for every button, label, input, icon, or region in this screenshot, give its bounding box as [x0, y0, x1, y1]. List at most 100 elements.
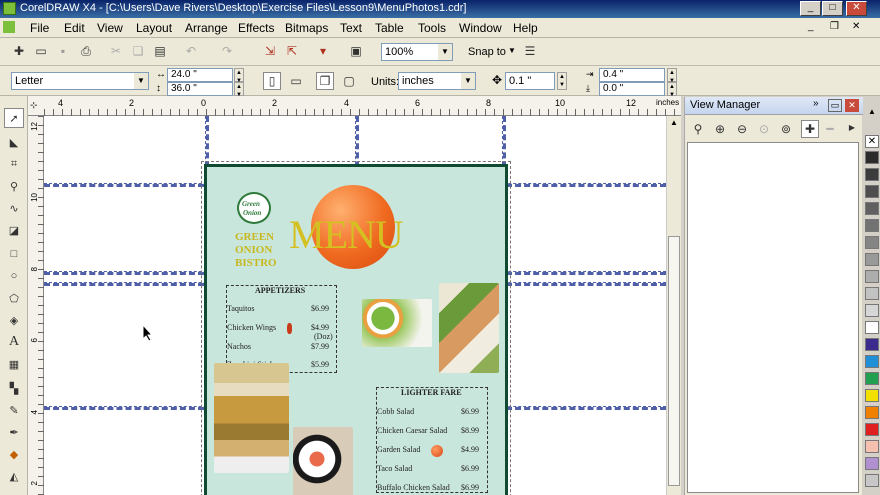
vertical-scrollbar[interactable]: ▲ — [666, 116, 681, 495]
landscape-icon[interactable]: ▭ — [287, 72, 305, 90]
menu-edit[interactable]: Edit — [64, 21, 85, 35]
portrait-icon[interactable]: ▯ — [263, 72, 281, 90]
options-icon[interactable]: ☰ — [521, 42, 539, 60]
color-swatch[interactable] — [865, 168, 879, 181]
sushi-photo[interactable] — [293, 427, 353, 495]
print-icon[interactable]: ⎙ — [77, 42, 95, 60]
welcome-screen-icon[interactable]: ▣ — [347, 42, 365, 60]
outline-tool-icon[interactable]: ✒ — [4, 422, 24, 442]
color-swatch[interactable] — [865, 423, 879, 436]
wrap-photo[interactable] — [439, 283, 499, 373]
fill-tool-icon[interactable]: ◆ — [4, 444, 24, 464]
salad-photo[interactable] — [362, 299, 432, 347]
menu-text[interactable]: Text — [340, 21, 362, 35]
minimize-button[interactable]: _ — [800, 1, 821, 16]
interactive-blend-tool-icon[interactable]: ▚ — [4, 378, 24, 398]
appetizer-platter-photo[interactable] — [214, 363, 289, 473]
doc-restore-icon[interactable]: ❐ — [830, 21, 839, 32]
menu-arrange[interactable]: Arrange — [185, 21, 228, 35]
all-pages-icon[interactable]: ❐ — [316, 72, 334, 90]
color-swatch[interactable] — [865, 440, 879, 453]
scroll-up-icon[interactable]: ▲ — [667, 116, 681, 130]
vertical-ruler[interactable]: 12 10 8 6 4 2 — [28, 116, 44, 495]
page-height-field[interactable]: 36.0 " — [167, 82, 233, 96]
ellipse-tool-icon[interactable]: ○ — [4, 266, 24, 286]
menu-view[interactable]: View — [97, 21, 123, 35]
palette-scroll-up-icon[interactable]: ▲ — [865, 107, 879, 117]
docker-minimize-icon[interactable]: ▭ — [828, 99, 842, 112]
color-swatch[interactable] — [865, 406, 879, 419]
scroll-thumb[interactable] — [668, 236, 680, 486]
menu-tools[interactable]: Tools — [418, 21, 446, 35]
menu-page[interactable]: Green Onion GREEN ONION BISTRO MENU APPE… — [201, 161, 511, 495]
width-spinner[interactable]: ▲ ▼ — [234, 68, 244, 84]
menu-layout[interactable]: Layout — [136, 21, 172, 35]
color-swatch[interactable] — [865, 338, 879, 351]
table-tool-icon[interactable]: ▦ — [4, 354, 24, 374]
nudge-spinner[interactable]: ▲ ▼ — [557, 72, 567, 90]
menu-table[interactable]: Table — [375, 21, 404, 35]
zoom-fit-icon[interactable]: ⚲ — [689, 120, 707, 138]
add-view-icon[interactable]: ✚ — [801, 120, 819, 138]
color-swatch[interactable] — [865, 474, 879, 487]
import-icon[interactable]: ⇲ — [261, 42, 279, 60]
maximize-button[interactable]: □ — [822, 1, 843, 16]
height-spinner[interactable]: ▲ ▼ — [234, 82, 244, 98]
zoom-page-icon[interactable]: ⊚ — [777, 120, 795, 138]
drawing-canvas[interactable]: Green Onion GREEN ONION BISTRO MENU APPE… — [44, 116, 666, 495]
color-swatch[interactable] — [865, 457, 879, 470]
color-swatch[interactable] — [865, 185, 879, 198]
interactive-fill-tool-icon[interactable]: ◭ — [4, 466, 24, 486]
eyedropper-tool-icon[interactable]: ✎ — [4, 400, 24, 420]
color-swatch[interactable] — [865, 236, 879, 249]
duplicate-distance-x-field[interactable]: 0.4 " — [599, 68, 665, 82]
color-swatch[interactable] — [865, 202, 879, 215]
open-icon[interactable]: ▭ — [32, 42, 50, 60]
zoom-in-icon[interactable]: ⊕ — [711, 120, 729, 138]
zoom-selected-icon[interactable]: ⊙ — [755, 120, 773, 138]
view-list[interactable] — [687, 142, 859, 493]
color-swatch[interactable] — [865, 304, 879, 317]
appetizers-box[interactable]: APPETIZERS Taquitos $6.99 Chicken Wings … — [226, 285, 337, 373]
menu-effects[interactable]: Effects — [238, 21, 274, 35]
pick-tool-icon[interactable]: ➚ — [4, 108, 24, 128]
redo-icon[interactable]: ↷ — [218, 42, 236, 60]
save-icon[interactable]: ▪ — [54, 42, 72, 60]
color-swatch[interactable] — [865, 253, 879, 266]
color-swatch[interactable] — [865, 389, 879, 402]
menu-window[interactable]: Window — [459, 21, 502, 35]
nudge-distance-field[interactable]: 0.1 " — [505, 72, 555, 90]
docker-options-icon[interactable]: ▶ — [843, 118, 861, 136]
export-icon[interactable]: ⇱ — [283, 42, 301, 60]
zoom-level-select[interactable]: 100% ▼ — [381, 43, 453, 61]
current-page-icon[interactable]: ▢ — [340, 72, 358, 90]
docker-close-icon[interactable]: ✕ — [845, 99, 859, 112]
delete-view-icon[interactable]: ━ — [821, 120, 839, 138]
lighter-fare-box[interactable]: LIGHTER FARE Cobb Salad $6.99 Chicken Ca… — [376, 387, 488, 493]
zoom-tool-icon[interactable]: ⚲ — [4, 176, 24, 196]
crop-tool-icon[interactable]: ⌗ — [4, 154, 24, 174]
duplicate-distance-y-field[interactable]: 0.0 " — [599, 82, 665, 96]
text-tool-icon[interactable]: A — [4, 332, 24, 352]
color-swatch[interactable] — [865, 151, 879, 164]
snap-to-button[interactable]: Snap to — [468, 46, 506, 58]
freehand-tool-icon[interactable]: ∿ — [4, 198, 24, 218]
close-button[interactable]: ✕ — [846, 1, 867, 16]
expand-docker-icon[interactable]: » — [813, 98, 819, 109]
color-swatch[interactable] — [865, 321, 879, 334]
paper-type-select[interactable]: Letter ▼ — [11, 72, 149, 90]
color-swatch[interactable] — [865, 219, 879, 232]
horizontal-ruler[interactable]: ⊹ 4 2 0 2 4 6 8 10 12 inches — [28, 96, 681, 116]
color-swatch[interactable] — [865, 287, 879, 300]
zoom-out-icon[interactable]: ⊖ — [733, 120, 751, 138]
paste-icon[interactable]: ▤ — [151, 42, 169, 60]
color-swatch[interactable] — [865, 270, 879, 283]
doc-minimize-icon[interactable]: _ — [808, 21, 814, 32]
snap-dropdown-icon[interactable]: ▼ — [508, 46, 516, 55]
polygon-tool-icon[interactable]: ⬠ — [4, 288, 24, 308]
new-icon[interactable]: ✚ — [10, 42, 28, 60]
no-color-swatch[interactable]: ✕ — [865, 135, 879, 148]
page-width-field[interactable]: 24.0 " — [167, 68, 233, 82]
undo-icon[interactable]: ↶ — [182, 42, 200, 60]
menu-file[interactable]: File — [30, 21, 49, 35]
